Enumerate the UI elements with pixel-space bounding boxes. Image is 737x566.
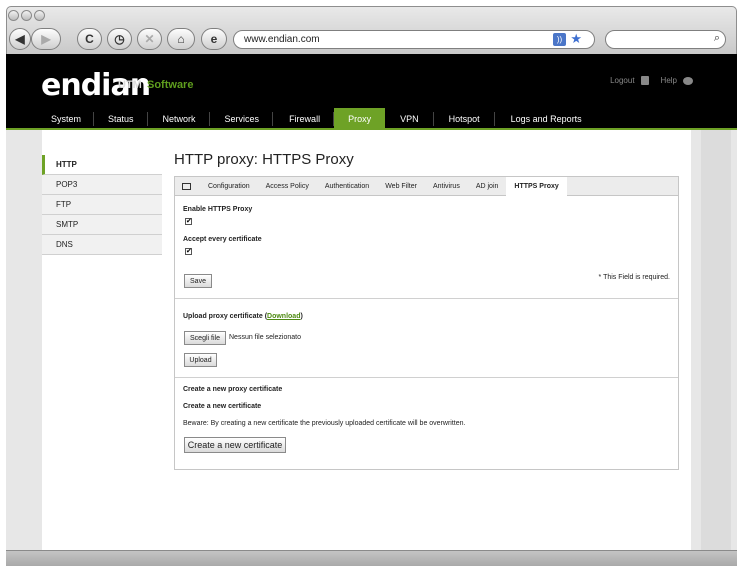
upload-section: Upload proxy certificate (Download) Sceg…	[175, 298, 678, 377]
settings-section: Enable HTTPS Proxy ✔ Accept every certif…	[175, 196, 678, 298]
magnifier-icon: ⌕	[713, 32, 720, 44]
bookmark-star-icon[interactable]: ★	[570, 31, 582, 47]
browser-status-bar	[6, 550, 737, 566]
browser-toolbar: ◀ ▶ C ◷ ✕ ⌂ e www.endian.com )) ★ ⌕	[6, 6, 737, 54]
history-button[interactable]: ◷	[107, 28, 132, 50]
site-icon: e	[210, 32, 218, 46]
nav-proxy[interactable]: Proxy	[334, 108, 386, 130]
nav-hotspot[interactable]: Hotspot	[434, 108, 495, 130]
nav-services[interactable]: Services	[210, 108, 274, 130]
proxy-sidebar: HTTP POP3 FTP SMTP DNS	[42, 155, 162, 255]
home-button[interactable]: ⌂	[167, 28, 195, 50]
address-bar[interactable]: www.endian.com )) ★	[233, 30, 595, 49]
create-proxy-certificate-heading: Create a new proxy certificate	[183, 386, 283, 393]
main-nav: System Status Network Services Firewall …	[6, 108, 596, 130]
forward-icon: ▶	[41, 32, 51, 46]
sidebar-item-pop3[interactable]: POP3	[42, 175, 162, 195]
tab-configuration[interactable]: Configuration	[200, 177, 258, 195]
logout-link[interactable]: Logout	[610, 76, 634, 85]
sidebar-item-smtp[interactable]: SMTP	[42, 215, 162, 235]
browser-search-input[interactable]: ⌕	[605, 30, 726, 49]
overwrite-warning-text: Beware: By creating a new certificate th…	[183, 420, 466, 427]
choose-file-button[interactable]: Scegli file	[184, 331, 226, 345]
upload-certificate-label: Upload proxy certificate (Download)	[183, 313, 303, 320]
nav-system[interactable]: System	[6, 108, 95, 130]
create-certificate-section: Create a new proxy certificate Create a …	[175, 377, 678, 469]
no-file-selected-text: Nessun file selezionato	[229, 334, 301, 341]
back-icon: ◀	[15, 32, 25, 46]
help-link[interactable]: Help	[661, 76, 677, 85]
tab-access-policy[interactable]: Access Policy	[258, 177, 317, 195]
logo-utm-text: UTM	[118, 79, 142, 91]
stop-icon: ✕	[144, 32, 155, 46]
page-title: HTTP proxy: HTTPS Proxy	[174, 151, 354, 168]
accept-every-certificate-checkbox[interactable]: ✔	[185, 248, 192, 255]
enable-https-proxy-checkbox[interactable]: ✔	[185, 218, 192, 225]
nav-status[interactable]: Status	[94, 108, 148, 130]
upload-label-prefix: Upload proxy certificate (	[183, 313, 268, 320]
tab-https-proxy[interactable]: HTTPS Proxy	[506, 176, 567, 197]
lock-icon[interactable]	[640, 76, 649, 85]
top-links: Logout Help	[610, 76, 693, 85]
tab-bar: Configuration Access Policy Authenticati…	[174, 176, 679, 197]
app-header: endian UTM Software Logout Help System S…	[6, 54, 737, 130]
download-link[interactable]: Download	[267, 313, 300, 320]
nav-firewall[interactable]: Firewall	[273, 108, 335, 130]
page-side-strip	[701, 130, 731, 550]
window-close-button[interactable]	[8, 10, 19, 21]
reload-button[interactable]: C	[77, 28, 102, 50]
sidebar-item-dns[interactable]: DNS	[42, 235, 162, 255]
create-new-certificate-button[interactable]: Create a new certificate	[184, 437, 286, 453]
https-proxy-form: Enable HTTPS Proxy ✔ Accept every certif…	[174, 196, 679, 470]
nav-logs-and-reports[interactable]: Logs and Reports	[495, 108, 596, 130]
window-minimize-button[interactable]	[21, 10, 32, 21]
nav-vpn[interactable]: VPN	[385, 108, 434, 130]
tab-ad-join[interactable]: AD join	[468, 177, 507, 195]
home-icon: ⌂	[177, 32, 185, 46]
required-field-note: * This Field is required.	[598, 274, 670, 281]
url-text: www.endian.com	[244, 34, 320, 45]
enable-https-proxy-label: Enable HTTPS Proxy	[183, 206, 253, 213]
nav-network[interactable]: Network	[148, 108, 210, 130]
accept-every-certificate-label: Accept every certificate	[183, 236, 262, 243]
create-certificate-subheading: Create a new certificate	[183, 403, 262, 410]
site-info-button[interactable]: e	[201, 28, 227, 50]
speech-bubble-icon[interactable]	[683, 76, 693, 85]
upload-button[interactable]: Upload	[184, 353, 217, 367]
save-button[interactable]: Save	[184, 274, 212, 288]
forward-button[interactable]: ▶	[31, 28, 61, 50]
folder-icon	[182, 182, 191, 190]
tab-web-filter[interactable]: Web Filter	[377, 177, 425, 195]
stop-button[interactable]: ✕	[137, 28, 162, 50]
rss-feed-icon[interactable]: ))	[553, 33, 566, 46]
sidebar-item-ftp[interactable]: FTP	[42, 195, 162, 215]
back-button[interactable]: ◀	[9, 28, 31, 50]
tab-authentication[interactable]: Authentication	[317, 177, 377, 195]
window-zoom-button[interactable]	[34, 10, 45, 21]
sidebar-item-http[interactable]: HTTP	[42, 155, 162, 175]
upload-label-suffix: )	[300, 313, 303, 320]
history-icon: ◷	[114, 32, 125, 46]
logo-software-text: Software	[147, 79, 194, 91]
tab-antivirus[interactable]: Antivirus	[425, 177, 468, 195]
reload-icon: C	[85, 32, 94, 46]
